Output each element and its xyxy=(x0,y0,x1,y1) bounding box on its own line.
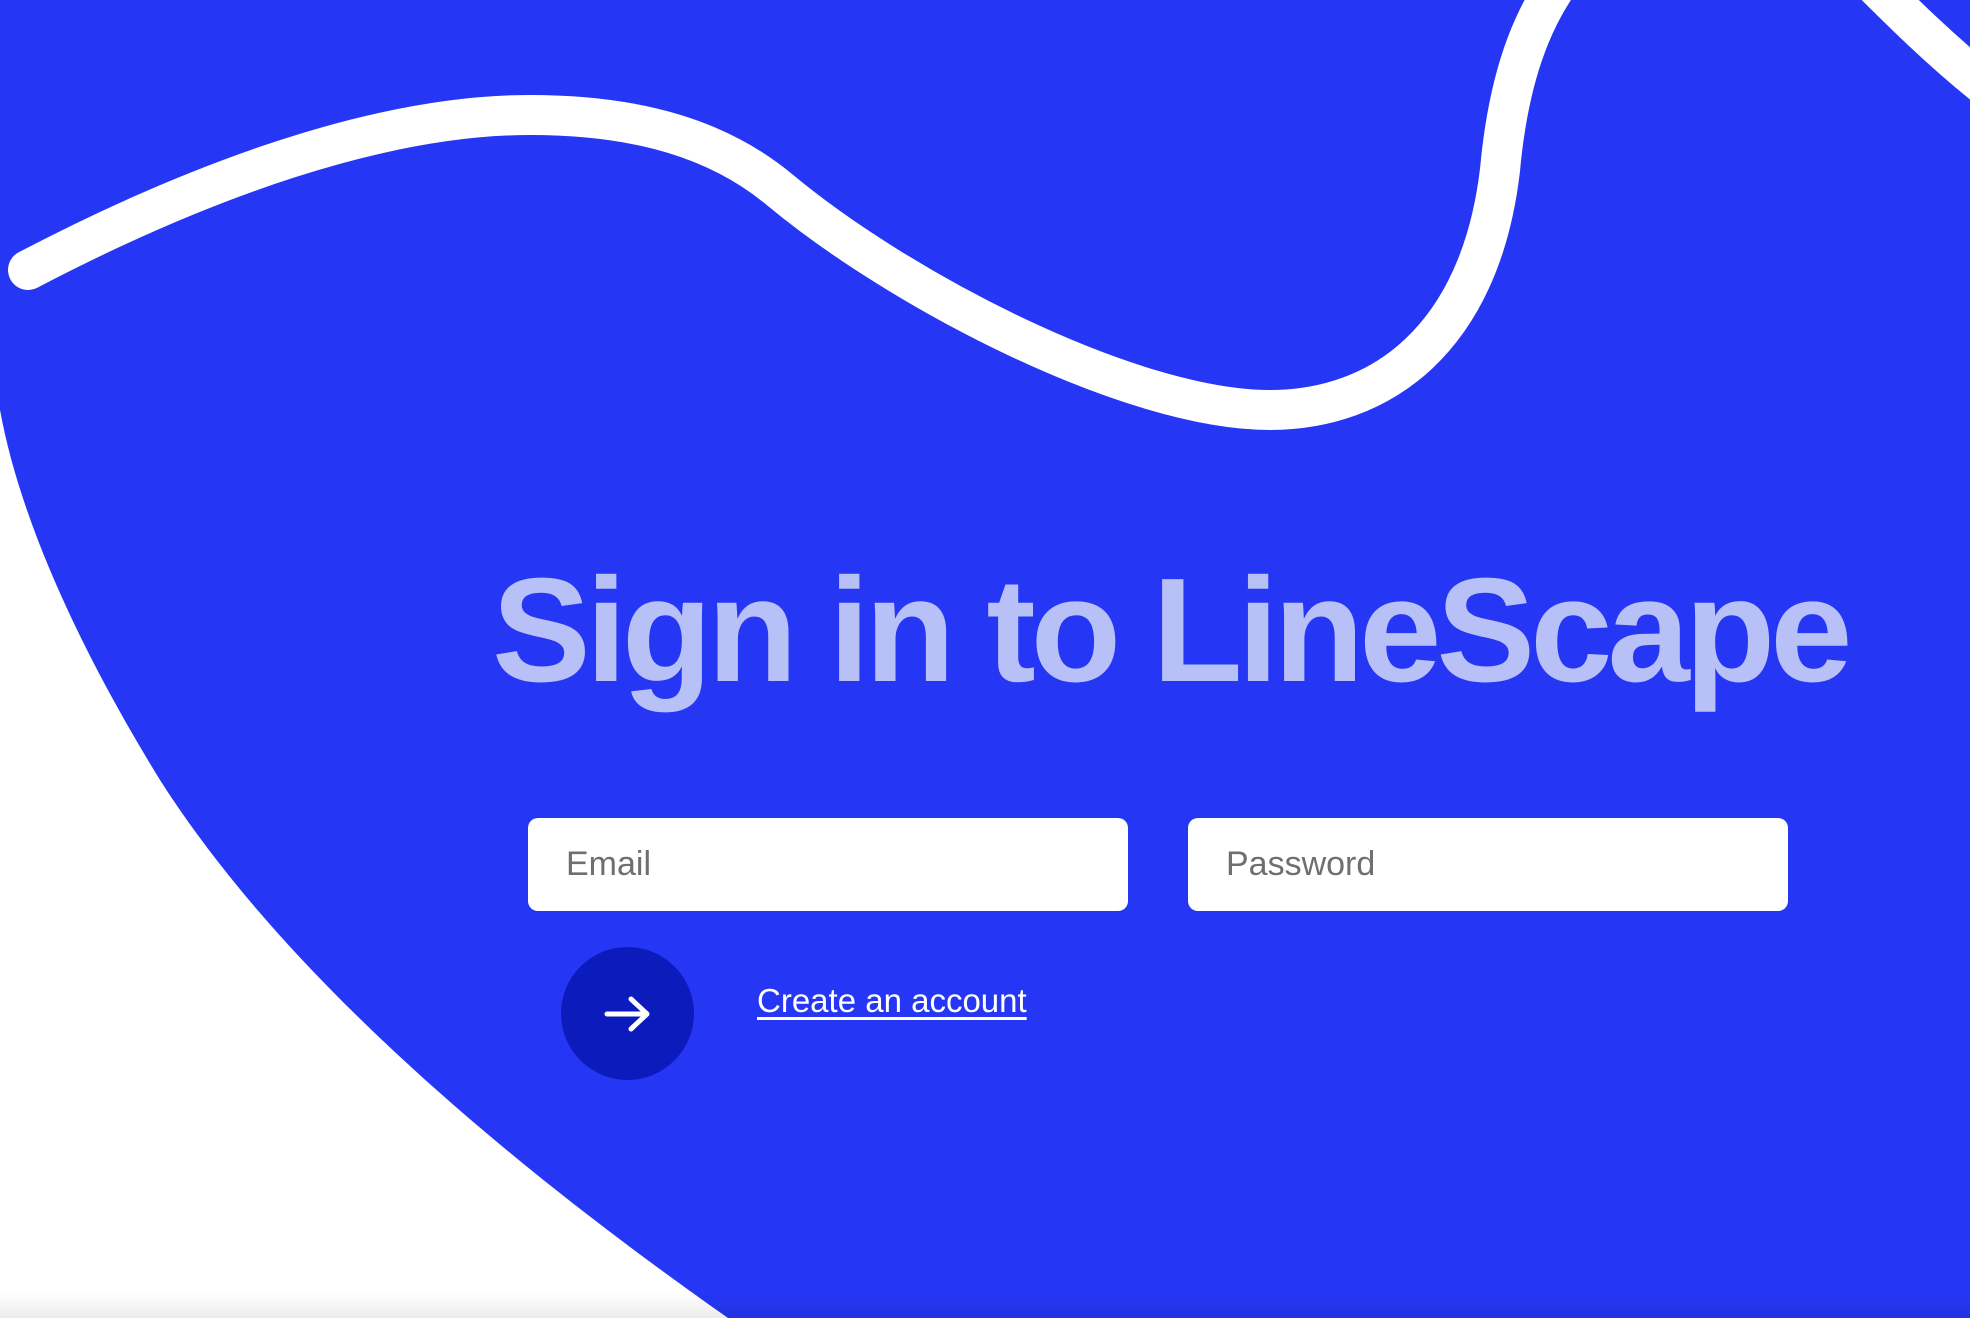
signin-page: Sign in to LineScape Create an account xyxy=(0,0,1970,1318)
email-field[interactable] xyxy=(528,818,1128,911)
create-account-link[interactable]: Create an account xyxy=(757,982,1027,1020)
arrow-right-icon xyxy=(604,996,649,1031)
page-title: Sign in to LineScape xyxy=(492,548,1853,713)
sign-in-submit-button[interactable] xyxy=(561,947,694,1080)
bottom-shadow xyxy=(0,1292,1970,1318)
password-field[interactable] xyxy=(1188,818,1788,911)
